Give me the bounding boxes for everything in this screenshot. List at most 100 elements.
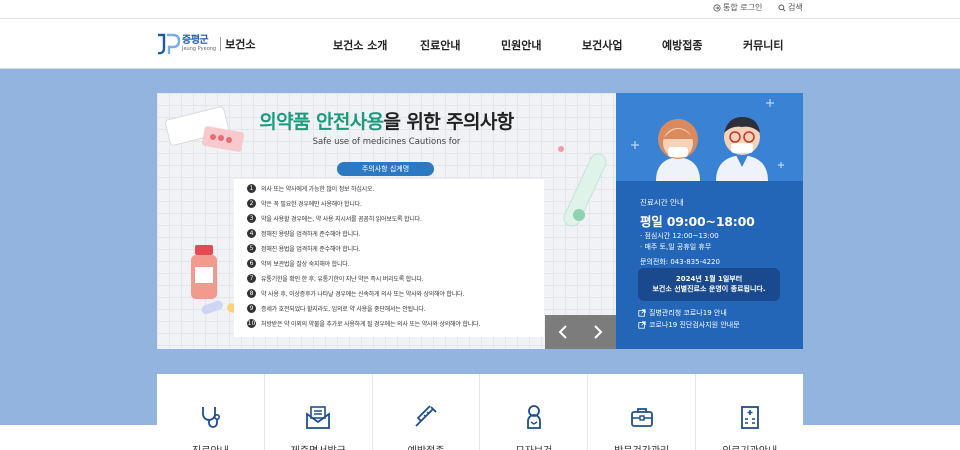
caution-text: 약을 사용할 경우에는, 약 사용 지시서를 꼼꼼히 읽어보도록 합니다.: [261, 216, 422, 223]
covid-info-label: 질병관리청 코로나19 안내: [649, 309, 727, 317]
chevron-left-icon: [558, 325, 567, 339]
quick-item-maternal[interactable]: 모자보건: [480, 374, 589, 450]
caution-text: 의사 또는 약사에게 가능한 많이 정보 하십시오.: [261, 186, 375, 193]
caution-text: 약은 꼭 필요한 경우에만 사용해야 합니다.: [261, 201, 362, 208]
quick-item-hospitals[interactable]: 의료기관안내: [696, 374, 803, 450]
logo-county: 증평군: [182, 35, 209, 46]
quick-label: 방문건강관리: [588, 442, 695, 450]
main-banner[interactable]: 의약품 안전사용을 위한 주의사항 Safe use of medicines …: [157, 93, 616, 349]
caution-text: 정해진 용량을 엄격하게 준수해야 합니다.: [261, 231, 360, 238]
quick-item-home-care[interactable]: 방문건강관리: [588, 374, 697, 450]
nav-item-clinic[interactable]: 진료안내: [420, 37, 460, 53]
covid-info-link[interactable]: 질병관리청 코로나19 안내: [638, 308, 727, 318]
quick-item-certificate[interactable]: 제증명서발급: [265, 374, 373, 450]
hours-info: 진료시간 안내 평일 09:00~18:00 · 점심시간 12:00~13:0…: [640, 197, 755, 267]
login-label: 통합 로그인: [723, 3, 763, 12]
hospital-building-icon: [740, 406, 759, 429]
caution-item: 8 약 사용 후, 이상증후가 나타날 경우에는 신속하게 의사 또는 약사와 상…: [247, 289, 464, 298]
logo-center-name: 보건소: [225, 38, 256, 51]
caution-text: 유통기한을 확인 한 후, 유통기한이 지난 약은 즉시 버리도록 합니다.: [261, 276, 424, 283]
banner-title-rest: 을 위한 주의사항: [383, 111, 514, 133]
syringe-icon: [415, 405, 437, 427]
caution-text: 약 사용 후, 이상증후가 나타날 경우에는 신속하게 의사 또는 약사와 상의…: [261, 291, 465, 298]
caution-number: 7: [247, 274, 256, 283]
quick-label: 제증명서발급: [265, 442, 372, 450]
cautions-list: 1 의사 또는 약사에게 가능한 많이 정보 하십시오. 2 약은 꼭 필요한 경우…: [234, 179, 544, 337]
jp-logo-icon: [157, 33, 181, 55]
caution-number: 10: [247, 319, 256, 328]
caution-number: 3: [247, 214, 256, 223]
caution-number: 9: [247, 304, 256, 313]
caution-number: 1: [247, 184, 256, 193]
doctors-illustration: [616, 93, 803, 181]
doctors-icon: [631, 99, 784, 181]
quick-label: 예방접종: [373, 442, 480, 450]
caution-number: 2: [247, 199, 256, 208]
test-tube-icon: [558, 146, 607, 227]
site-logo[interactable]: 증평군 Jeung Pyeong 보건소: [155, 30, 255, 58]
caution-text: 약의 보관법을 잘상 숙지해야 합니다.: [261, 261, 350, 268]
banner-title: 의약품 안전사용을 위한 주의사항: [157, 107, 616, 134]
notice-line-2: 보건소 선별진료소 운영이 종료됩니다.: [652, 285, 766, 293]
quick-label: 진료안내: [157, 442, 264, 450]
external-link-icon: [638, 321, 646, 329]
banner-subtitle: Safe use of medicines Cautions for: [312, 137, 461, 147]
caution-item: 3 약을 사용할 경우에는, 약 사용 지시서를 꼼꼼히 읽어보도록 합니다.: [247, 214, 422, 223]
nav-item-health-projects[interactable]: 보건사업: [582, 37, 622, 53]
external-link-icon: [638, 309, 646, 317]
first-aid-kit-icon: [630, 408, 653, 427]
caution-text: 증세가 호전되었다 할지라도, 임의로 약 사용을 중단해서는 안됩니다.: [261, 306, 426, 313]
caution-item: 1 의사 또는 약사에게 가능한 많이 정보 하십시오.: [247, 184, 374, 193]
caution-text: 정해진 용법을 엄격하게 준수해야 합니다.: [261, 246, 360, 253]
covid-test-link[interactable]: 코로나19 진단검사지원 안내문: [638, 320, 740, 330]
quick-item-clinic[interactable]: 진료안내: [157, 374, 265, 450]
search-link[interactable]: 검색: [778, 2, 803, 13]
quick-label: 의료기관안내: [696, 442, 803, 450]
logo-english: Jeung Pyeong: [182, 46, 217, 52]
caution-item: 10 처방받은 약 이외의 약물을 추가로 사용하게 될 경우에는 의사 또는 약…: [247, 319, 480, 328]
site-header: 증평군 Jeung Pyeong 보건소 보건소 소개 진료안내 민원안내 보건…: [0, 20, 960, 69]
quick-menu: 진료안내 제증명서발급 예방접종 모자보건 방문건강관리 의료기관안내: [157, 374, 803, 450]
quick-label: 모자보건: [480, 442, 587, 450]
covid-test-label: 코로나19 진단검사지원 안내문: [649, 321, 740, 329]
caution-item: 6 약의 보관법을 잘상 숙지해야 합니다.: [247, 259, 350, 268]
search-icon: [778, 3, 786, 12]
chevron-right-icon: [594, 325, 603, 339]
notice-line-1: 2024년 1월 1일부터: [675, 275, 743, 283]
caution-item: 9 증세가 호전되었다 할지라도, 임의로 약 사용을 중단해서는 안됩니다.: [247, 304, 426, 313]
logo-divider: [220, 37, 222, 51]
baby-icon: [526, 405, 541, 429]
caution-item: 5 정해진 용법을 엄격하게 준수해야 합니다.: [247, 244, 360, 253]
quick-item-vaccination[interactable]: 예방접종: [373, 374, 481, 450]
nav-item-civil[interactable]: 민원안내: [501, 37, 541, 53]
caution-text: 처방받은 약 이외의 약물을 추가로 사용하게 될 경우에는 의사 또는 약사와…: [261, 321, 481, 328]
banner-tag: 주의사항 십계명: [337, 162, 434, 176]
banner-controls: [545, 315, 616, 349]
utility-bar: 통합 로그인 검색: [0, 0, 960, 19]
login-icon: [713, 3, 721, 12]
prev-slide-button[interactable]: [545, 315, 581, 349]
caution-number: 6: [247, 259, 256, 268]
contact-phone: 문의전화: 043-835-4220: [640, 258, 720, 266]
caution-number: 8: [247, 289, 256, 298]
nav-item-about[interactable]: 보건소 소개: [333, 37, 387, 53]
banner-title-highlight: 의약품 안전사용: [259, 111, 384, 133]
caution-item: 7 유통기한을 확인 한 후, 유통기한이 지난 약은 즉시 버리도록 합니다.: [247, 274, 424, 283]
caution-item: 2 약은 꼭 필요한 경우에만 사용해야 합니다.: [247, 199, 362, 208]
mail-icon: [306, 406, 331, 429]
login-link[interactable]: 통합 로그인: [713, 2, 762, 13]
caution-item: 4 정해진 용량을 엄격하게 준수해야 합니다.: [247, 229, 360, 238]
notice-badge: 2024년 1월 1일부터 보건소 선별진료소 운영이 종료됩니다.: [638, 268, 780, 301]
nav-item-community[interactable]: 커뮤니티: [743, 37, 783, 53]
closed-days: · 매주 토,일 공휴일 휴무: [640, 243, 712, 251]
weekday-hours: 평일 09:00~18:00: [640, 214, 755, 229]
lunch-hours: · 점심시간 12:00~13:00: [640, 232, 719, 240]
next-slide-button[interactable]: [581, 315, 617, 349]
nav-item-vaccination[interactable]: 예방접종: [662, 37, 702, 53]
search-label: 검색: [788, 3, 803, 12]
stethoscope-icon: [202, 407, 221, 428]
caution-number: 5: [247, 244, 256, 253]
clinic-hours-panel: 진료시간 안내 평일 09:00~18:00 · 점심시간 12:00~13:0…: [616, 93, 803, 349]
hours-label: 진료시간 안내: [640, 198, 684, 207]
caution-number: 4: [247, 229, 256, 238]
